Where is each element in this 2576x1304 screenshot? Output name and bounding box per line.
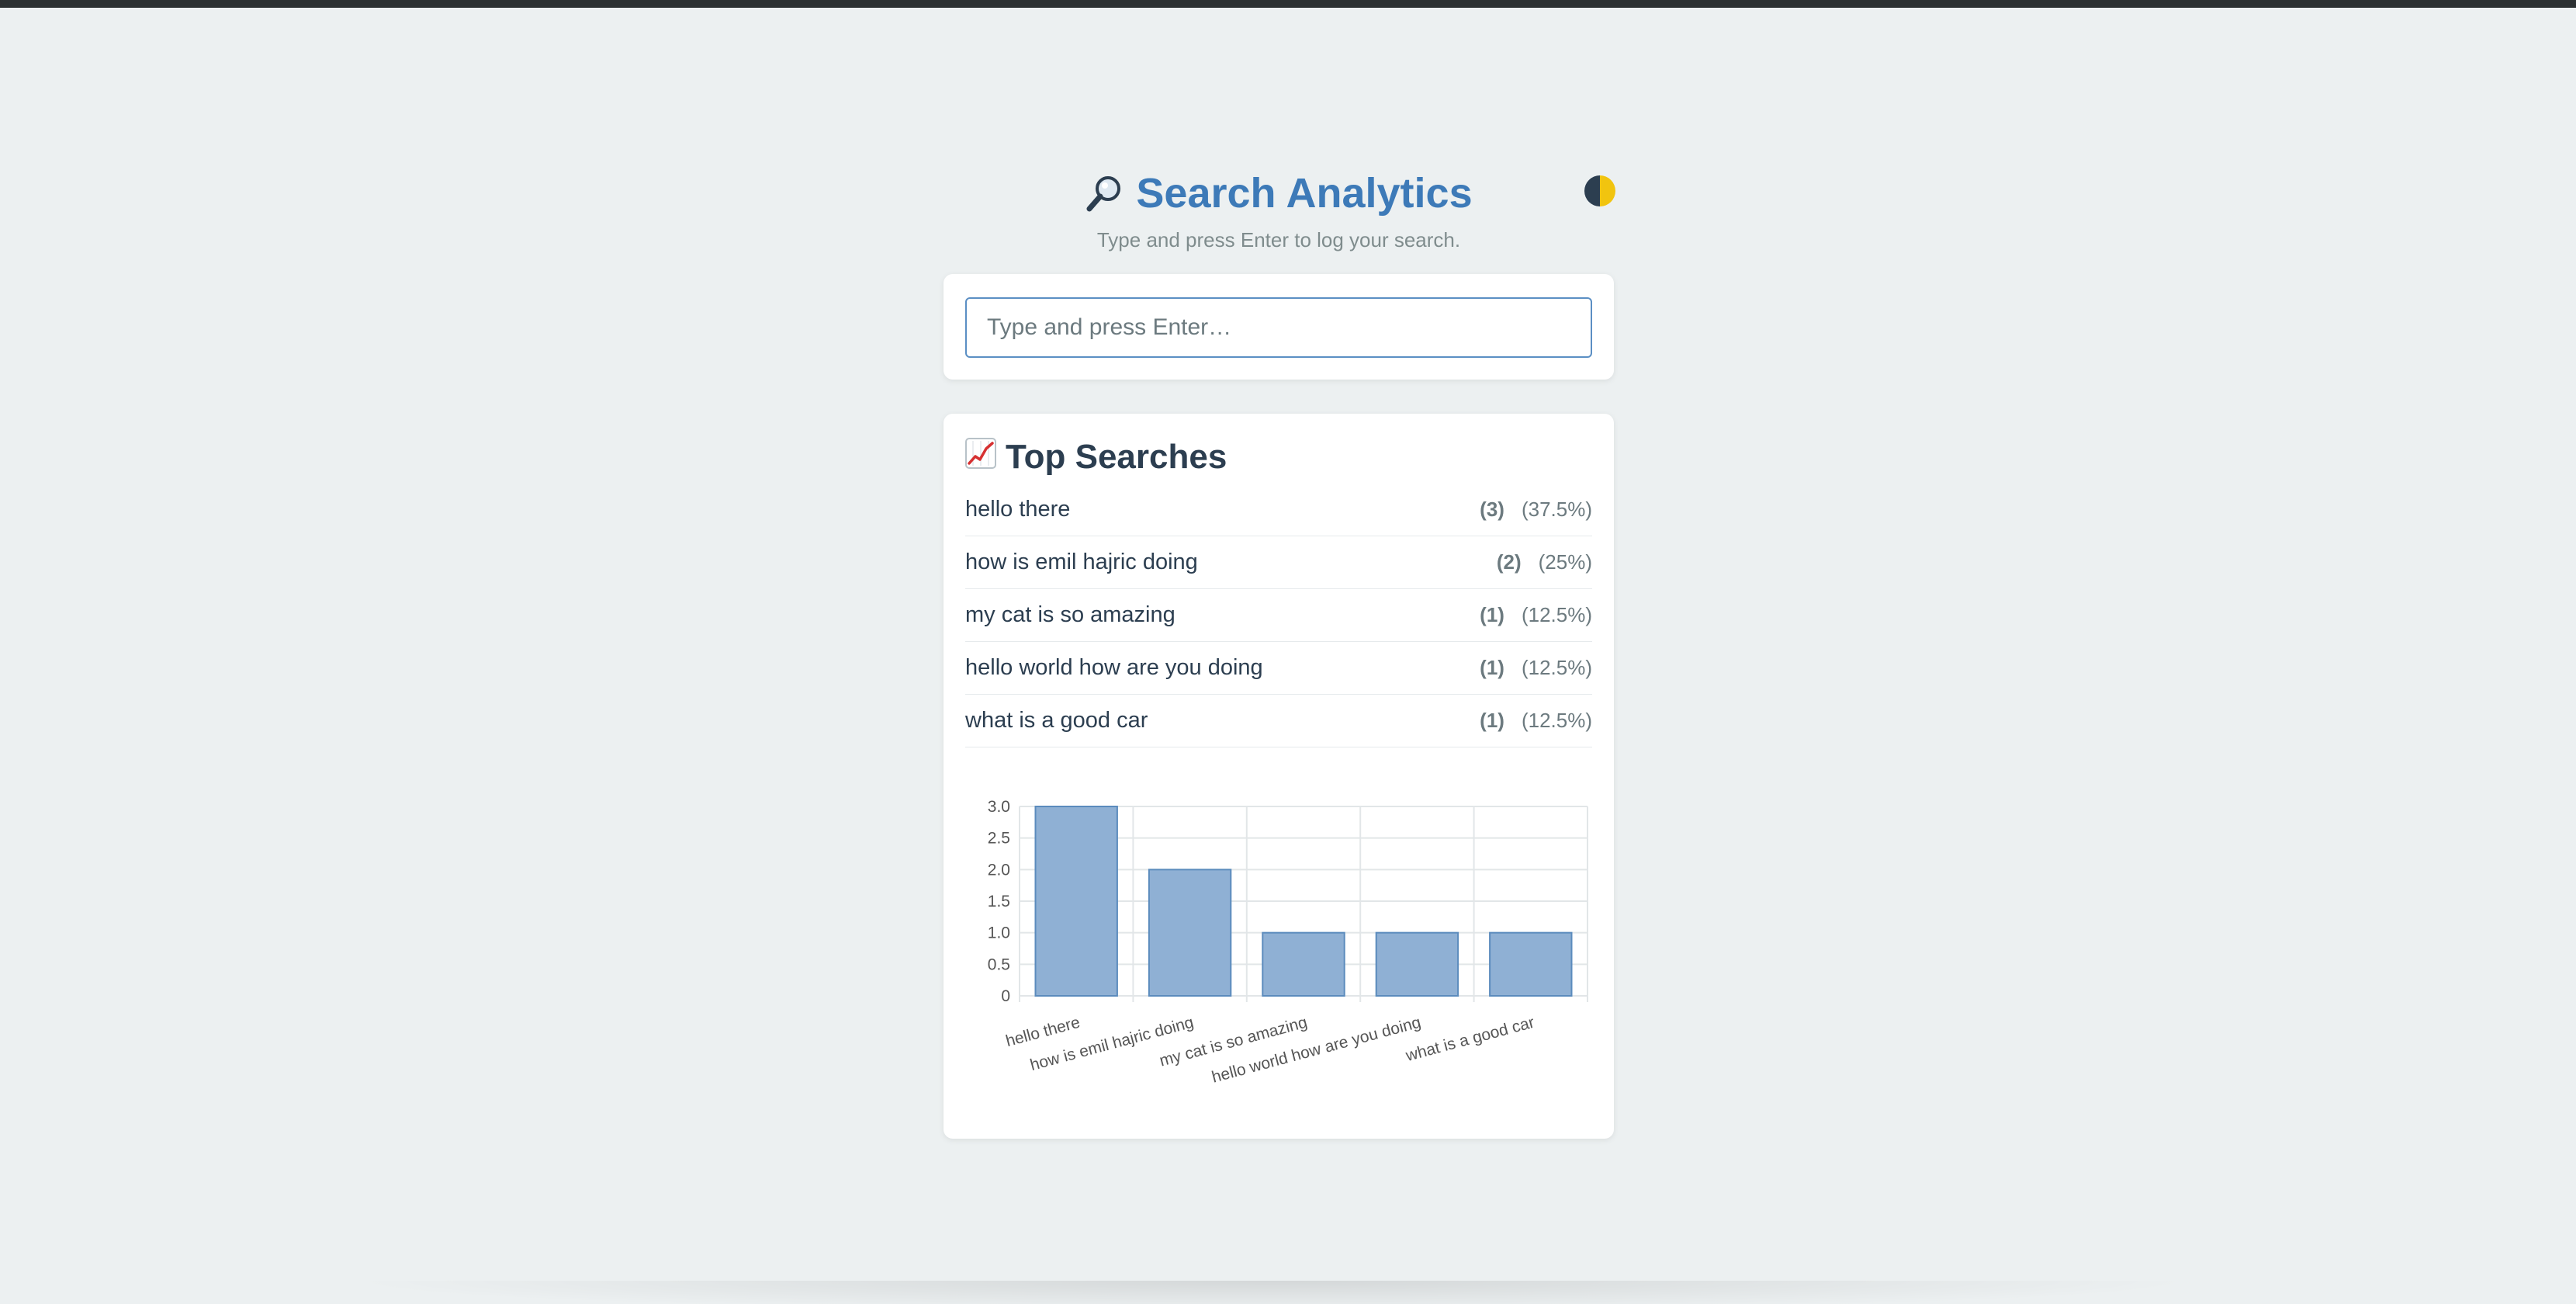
bar [1034,806,1118,997]
top-searches-list: hello there (3) (37.5%) how is emil hajr… [965,484,1592,747]
bottom-shadow [341,1281,2204,1304]
y-tick-label: 0.5 [988,955,1010,973]
bar-chart: 0 0.5 1.0 1.5 2.0 2.5 3.0 hello there how is emi… [965,763,1592,1105]
search-term: hello there [965,497,1071,522]
list-item[interactable]: hello world how are you doing (1) (12.5%… [965,642,1592,695]
y-tick-label: 2.0 [988,861,1010,879]
y-tick-label: 2.5 [988,830,1010,848]
search-stats: (1) (12.5%) [1480,709,1592,733]
x-tick-label: hello world how are you doing [1210,1014,1422,1087]
x-tick-label: hello there [1004,1014,1082,1051]
bar-chart-svg: 00.51.01.52.02.53.0hello therehow is emi… [988,798,1588,1087]
search-count: (1) [1480,656,1504,679]
search-input[interactable] [965,297,1592,358]
top-searches-title: Top Searches [1006,438,1227,476]
window-top-bar [0,0,2576,8]
y-tick-label: 0 [1001,987,1010,1005]
list-item[interactable]: what is a good car (1) (12.5%) [965,695,1592,747]
chart-trend-icon [965,437,996,477]
top-searches-card: Top Searches hello there (3) (37.5%) how… [943,414,1614,1139]
page-title-row: Search Analytics [1085,169,1473,217]
bar [1489,931,1573,997]
search-term: what is a good car [965,708,1148,733]
bar [1148,869,1232,997]
top-searches-header: Top Searches [965,434,1592,480]
page-subtitle: Type and press Enter to log your search. [1096,228,1461,251]
search-percent: (12.5%) [1521,656,1592,679]
search-stats: (2) (25%) [1497,550,1592,574]
search-stats: (3) (37.5%) [1480,498,1592,522]
search-percent: (12.5%) [1521,603,1592,626]
page-header: Search Analytics Type and press Enter to… [943,169,1614,252]
search-stats: (1) (12.5%) [1480,603,1592,627]
search-term: my cat is so amazing [965,602,1175,627]
y-tick-label: 1.0 [988,924,1010,942]
search-percent: (12.5%) [1521,709,1592,732]
list-item[interactable]: my cat is so amazing (1) (12.5%) [965,589,1592,642]
search-term: hello world how are you doing [965,655,1263,680]
search-count: (1) [1480,603,1504,626]
search-count: (3) [1480,498,1504,521]
page-title: Search Analytics [1136,170,1473,217]
bar [1262,931,1345,997]
search-percent: (37.5%) [1521,498,1592,521]
list-item[interactable]: hello there (3) (37.5%) [965,484,1592,536]
search-count: (2) [1496,550,1522,574]
search-percent: (25%) [1538,550,1592,574]
search-count: (1) [1480,709,1504,732]
search-stats: (1) (12.5%) [1480,656,1592,680]
x-tick-label: what is a good car [1404,1014,1537,1066]
list-item[interactable]: how is emil hajric doing (2) (25%) [965,536,1592,589]
y-tick-label: 1.5 [988,893,1010,910]
search-card [943,274,1614,380]
magnifier-icon [1085,173,1125,213]
y-tick-label: 3.0 [988,798,1010,816]
search-term: how is emil hajric doing [965,550,1198,574]
bar [1375,931,1459,997]
